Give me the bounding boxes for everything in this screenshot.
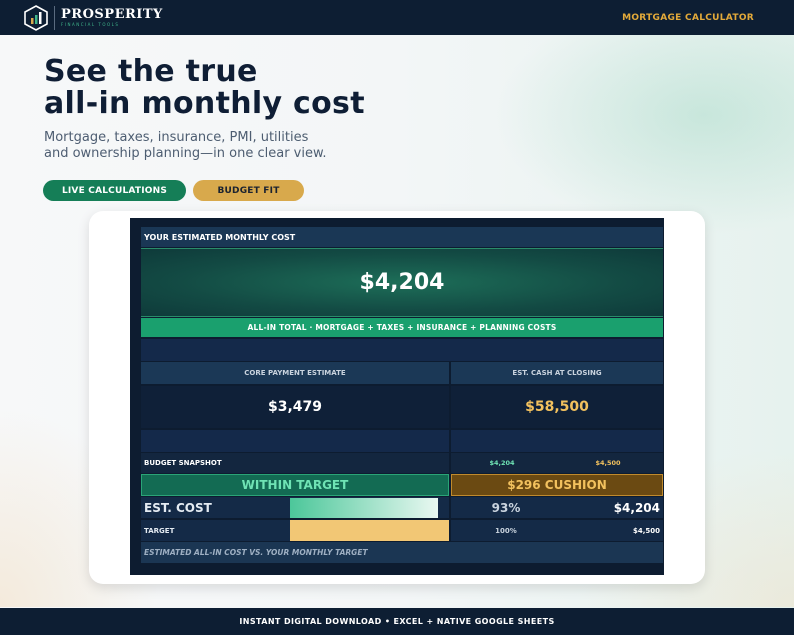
target-percent: 100% [451, 520, 561, 541]
footer-bar: INSTANT DIGITAL DOWNLOAD • EXCEL + NATIV… [0, 608, 794, 635]
est-cost-label: EST. COST [141, 497, 290, 518]
target-value: $4,500 [561, 520, 663, 541]
spacer-cell-right [451, 430, 663, 452]
within-target-status: WITHIN TARGET [141, 474, 449, 496]
background-glow [494, 35, 794, 235]
spacer-row [141, 339, 663, 361]
hero-subtitle-line2: and ownership planning—in one clear view… [44, 146, 327, 161]
nav-mortgage-calculator-link[interactable]: MORTGAGE CALCULATOR [622, 13, 754, 23]
est-cost-percent: 93% [451, 497, 561, 518]
cash-at-closing-label: EST. CASH AT CLOSING [451, 362, 663, 384]
top-navigation-bar: PROSPERITY FINANCIAL TOOLS MORTGAGE CALC… [0, 0, 794, 35]
cushion-status: $296 CUSHION [451, 474, 663, 496]
prosperity-logo-icon[interactable] [24, 4, 48, 31]
target-bar [290, 520, 449, 541]
est-cost-bar [290, 497, 438, 518]
live-calculations-pill[interactable]: LIVE CALCULATIONS [43, 180, 186, 201]
target-bar-track [290, 520, 449, 541]
hero-subtitle: Mortgage, taxes, insurance, PMI, utiliti… [44, 130, 327, 162]
logo-divider [54, 5, 55, 30]
est-cost-value: $4,204 [561, 497, 663, 518]
total-monthly-cost-value: $4,204 [141, 248, 663, 317]
hero-title-line2: all-in monthly cost [44, 86, 365, 121]
budget-fit-pill[interactable]: BUDGET FIT [193, 180, 304, 201]
budget-target-small: $4,500 [553, 453, 663, 473]
spacer-cell-left [141, 430, 449, 452]
target-label: TARGET [141, 520, 290, 541]
comparison-note: ESTIMATED ALL-IN COST VS. YOUR MONTHLY T… [141, 542, 663, 563]
hero-subtitle-line1: Mortgage, taxes, insurance, PMI, utiliti… [44, 130, 309, 145]
brand-tagline: FINANCIAL TOOLS [61, 21, 120, 27]
budget-snapshot-label: BUDGET SNAPSHOT [141, 453, 449, 473]
core-payment-value: $3,479 [141, 386, 449, 428]
hero-title-line1: See the true [44, 54, 258, 89]
total-cost-caption: ALL-IN TOTAL · MORTGAGE + TAXES + INSURA… [141, 318, 663, 337]
cash-at-closing-value: $58,500 [451, 386, 663, 428]
core-payment-label: CORE PAYMENT ESTIMATE [141, 362, 449, 384]
monthly-cost-header: YOUR ESTIMATED MONTHLY COST [141, 227, 663, 247]
brand-name: PROSPERITY [61, 6, 163, 22]
hero-title: See the true all-in monthly cost [44, 56, 365, 120]
brand-wordmark[interactable]: PROSPERITY FINANCIAL TOOLS [61, 6, 163, 28]
est-cost-bar-track [290, 497, 449, 518]
budget-cost-small: $4,204 [451, 453, 553, 473]
